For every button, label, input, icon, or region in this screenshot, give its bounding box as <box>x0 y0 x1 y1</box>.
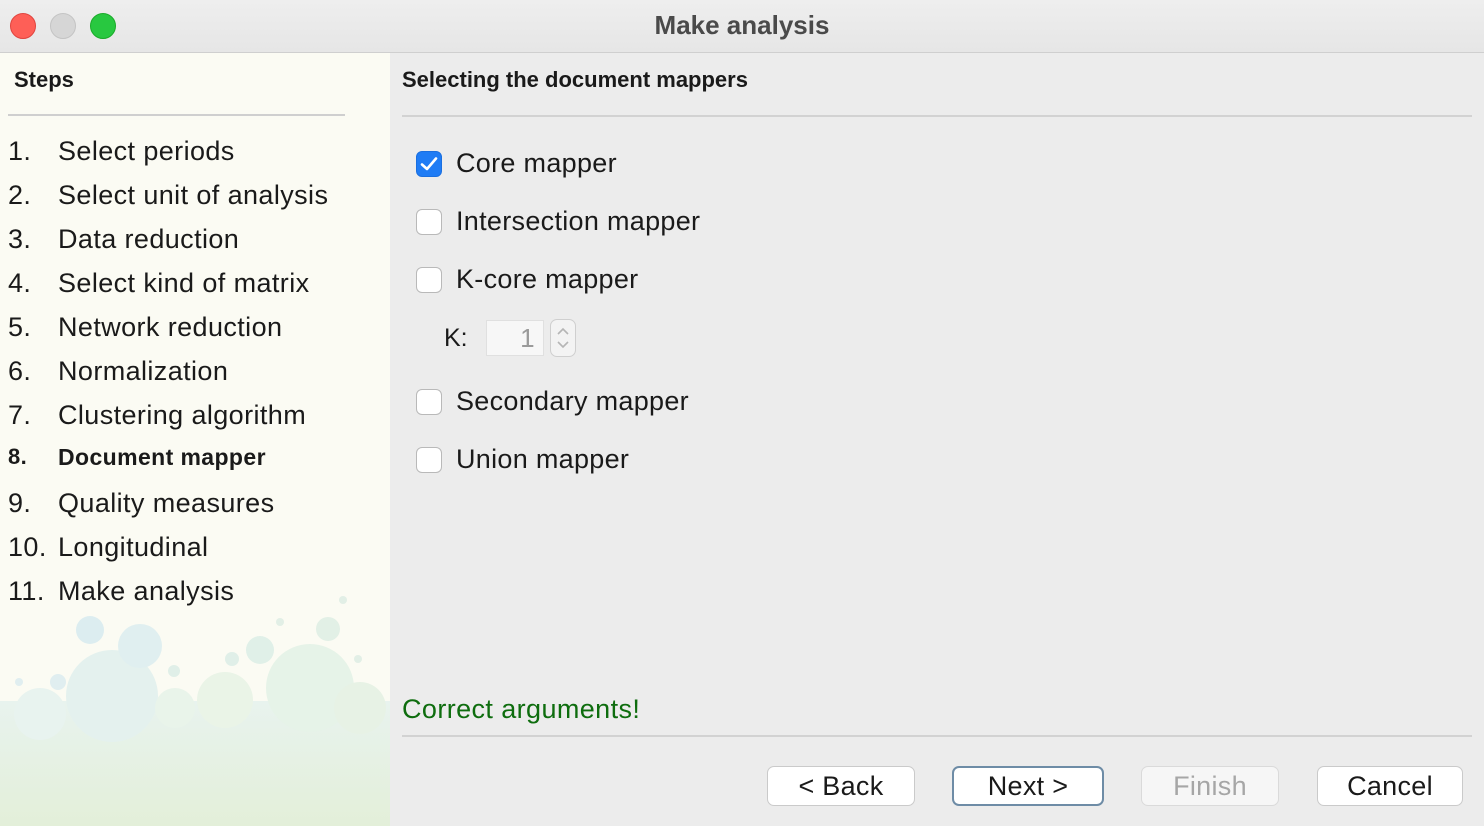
secondary-mapper-label: Secondary mapper <box>456 386 689 416</box>
step-item-5: 5. Network reduction <box>8 312 328 356</box>
step-item-1: 1. Select periods <box>8 136 328 180</box>
k-core-mapper-checkbox[interactable] <box>416 266 442 293</box>
step-label: Select periods <box>58 136 235 166</box>
cancel-button[interactable]: Cancel <box>1317 766 1463 806</box>
section-title: Selecting the document mappers <box>402 67 748 92</box>
step-label: Normalization <box>58 356 229 386</box>
steps-divider <box>8 114 345 116</box>
chevron-up-icon[interactable] <box>556 327 570 336</box>
step-label: Document mapper <box>58 444 266 470</box>
k-core-mapper-option[interactable]: K-core mapper <box>416 264 638 295</box>
footer-divider <box>402 735 1472 737</box>
step-number: 4. <box>8 268 32 298</box>
k-value-field[interactable]: 1 <box>485 320 544 356</box>
step-label: Quality measures <box>58 488 275 518</box>
step-item-4: 4. Select kind of matrix <box>8 268 328 312</box>
union-mapper-option[interactable]: Union mapper <box>416 444 629 475</box>
k-value-stepper[interactable] <box>549 319 576 357</box>
union-mapper-label: Union mapper <box>456 444 630 474</box>
step-number: 7. <box>8 400 32 430</box>
step-label: Select kind of matrix <box>58 268 310 298</box>
main-panel: Selecting the document mappers Core mapp… <box>390 53 1484 826</box>
steps-heading: Steps <box>14 67 74 92</box>
step-item-7: 7. Clustering algorithm <box>8 400 328 444</box>
step-item-10: 10. Longitudinal <box>8 532 328 576</box>
step-number: 8. <box>8 444 28 469</box>
step-item-6: 6. Normalization <box>8 356 328 400</box>
secondary-mapper-checkbox[interactable] <box>416 388 442 415</box>
intersection-mapper-label: Intersection mapper <box>456 206 701 236</box>
steps-sidebar: Steps 1. Select periods 2. Select unit of … <box>0 53 390 826</box>
step-number: 6. <box>8 356 32 386</box>
step-item-3: 3. Data reduction <box>8 224 328 268</box>
step-label: Select unit of analysis <box>58 180 329 210</box>
step-number: 9. <box>8 488 32 518</box>
title-bar: Make analysis <box>0 0 1484 53</box>
step-number: 5. <box>8 312 32 342</box>
step-item-8-current: 8. Document mapper <box>8 444 328 488</box>
k-label: K: <box>444 323 468 352</box>
step-label: Data reduction <box>58 224 240 254</box>
step-label: Longitudinal <box>58 532 209 562</box>
step-list: 1. Select periods 2. Select unit of analys… <box>8 136 328 620</box>
step-number: 3. <box>8 224 32 254</box>
k-value-row: K: 1 <box>444 319 576 357</box>
decorative-bubbles-image <box>0 596 390 826</box>
dialog-window: Make analysis Steps 1. Select periods 2. S… <box>0 0 1484 826</box>
back-button[interactable]: < Back <box>767 766 915 806</box>
step-label: Clustering algorithm <box>58 400 307 430</box>
intersection-mapper-option[interactable]: Intersection mapper <box>416 206 700 237</box>
core-mapper-checkbox[interactable] <box>416 150 442 177</box>
step-item-2: 2. Select unit of analysis <box>8 180 328 224</box>
finish-button[interactable]: Finish <box>1141 766 1279 806</box>
step-number: 1. <box>8 136 32 166</box>
step-number: 10. <box>8 532 47 562</box>
step-number: 2. <box>8 180 32 210</box>
core-mapper-label: Core mapper <box>456 148 617 178</box>
next-button[interactable]: Next > <box>952 766 1104 806</box>
k-core-mapper-label: K-core mapper <box>456 264 639 294</box>
step-item-9: 9. Quality measures <box>8 488 328 532</box>
checkmark-icon <box>420 156 438 170</box>
union-mapper-checkbox[interactable] <box>416 446 442 473</box>
core-mapper-option[interactable]: Core mapper <box>416 148 617 179</box>
chevron-down-icon[interactable] <box>556 340 570 349</box>
window-title: Make analysis <box>654 10 830 40</box>
secondary-mapper-option[interactable]: Secondary mapper <box>416 386 689 417</box>
section-divider <box>402 115 1472 117</box>
intersection-mapper-checkbox[interactable] <box>416 208 442 235</box>
step-label: Network reduction <box>58 312 283 342</box>
status-message: Correct arguments! <box>402 694 641 724</box>
